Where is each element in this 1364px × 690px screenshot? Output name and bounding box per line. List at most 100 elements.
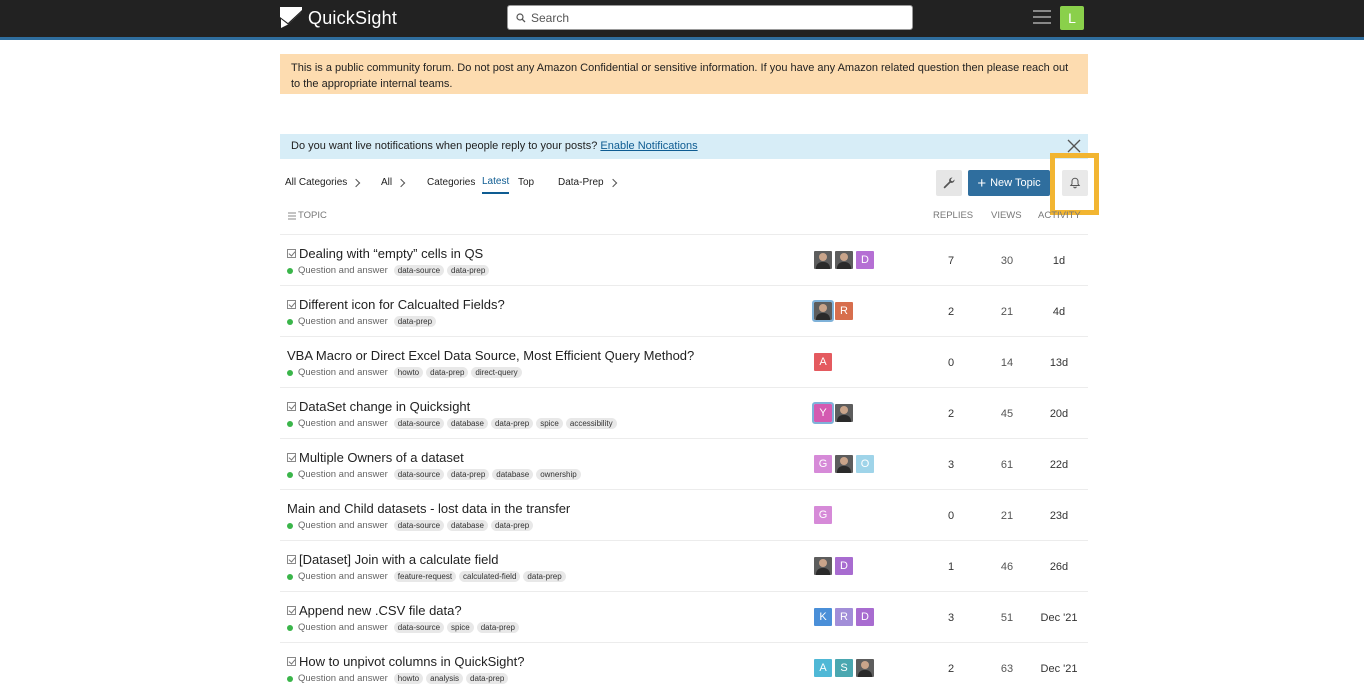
topic-column-header[interactable]: TOPIC	[288, 210, 327, 221]
topic-row[interactable]: How to unpivot columns in QuickSight? Que…	[280, 643, 1088, 690]
tag-badge[interactable]: data-prep	[476, 622, 519, 633]
tag-badge[interactable]: data-source	[393, 418, 445, 429]
tag-badge[interactable]: howto	[393, 367, 424, 378]
activity-time[interactable]: 4d	[1038, 306, 1080, 318]
user-photo-avatar[interactable]	[835, 455, 853, 473]
user-letter-avatar[interactable]: Y	[812, 402, 834, 424]
activity-time[interactable]: Dec '21	[1038, 612, 1080, 624]
tag-badge[interactable]: database	[447, 418, 488, 429]
category-link[interactable]: Question and answer	[298, 520, 388, 531]
topic-title-link[interactable]: VBA Macro or Direct Excel Data Source, M…	[287, 348, 694, 363]
topic-row[interactable]: Different icon for Calcualted Fields? Que…	[280, 286, 1088, 337]
user-letter-avatar[interactable]: D	[856, 608, 874, 626]
quicksight-logo[interactable]: QuickSight	[280, 7, 397, 29]
activity-time[interactable]: 13d	[1038, 357, 1080, 369]
activity-time[interactable]: 22d	[1038, 459, 1080, 471]
enable-notifications-link[interactable]: Enable Notifications	[600, 140, 697, 152]
activity-time[interactable]: 26d	[1038, 561, 1080, 573]
tag-badge[interactable]: data-prep	[426, 367, 469, 378]
tag-badge[interactable]: analysis	[426, 673, 464, 684]
category-link[interactable]: Question and answer	[298, 571, 388, 582]
topic-title-link[interactable]: [Dataset] Join with a calculate field	[299, 552, 498, 567]
category-link[interactable]: Question and answer	[298, 418, 388, 429]
user-photo-avatar[interactable]	[812, 300, 834, 322]
search-input[interactable]	[531, 10, 891, 25]
user-photo-avatar[interactable]	[814, 251, 832, 269]
user-letter-avatar[interactable]: D	[835, 557, 853, 575]
tag-badge[interactable]: database	[447, 520, 488, 531]
topic-title-link[interactable]: DataSet change in Quicksight	[299, 399, 470, 414]
user-letter-avatar[interactable]: R	[835, 302, 853, 320]
topic-title-link[interactable]: Multiple Owners of a dataset	[299, 450, 464, 465]
activity-time[interactable]: 20d	[1038, 408, 1080, 420]
topic-row[interactable]: Main and Child datasets - lost data in t…	[280, 490, 1088, 541]
tag-badge[interactable]: data-source	[393, 520, 445, 531]
topic-title-link[interactable]: Dealing with “empty” cells in QS	[299, 246, 483, 261]
search-box[interactable]	[507, 5, 913, 30]
close-icon[interactable]	[1067, 139, 1081, 153]
user-letter-avatar[interactable]: O	[856, 455, 874, 473]
user-letter-avatar[interactable]: A	[814, 353, 832, 371]
tag-badge[interactable]: data-prep	[523, 571, 566, 582]
tag-badge[interactable]: data-prep	[447, 265, 490, 276]
wrench-icon[interactable]	[936, 170, 962, 196]
tag-badge[interactable]: data-prep	[393, 316, 437, 327]
tag-badge[interactable]: data-prep	[490, 418, 534, 429]
activity-time[interactable]: 1d	[1038, 255, 1080, 267]
user-letter-avatar[interactable]: S	[835, 659, 853, 677]
tag-badge[interactable]: database	[492, 469, 534, 480]
topic-title-link[interactable]: How to unpivot columns in QuickSight?	[299, 654, 524, 669]
user-letter-avatar[interactable]: G	[814, 455, 832, 473]
topic-title-link[interactable]: Main and Child datasets - lost data in t…	[287, 501, 570, 516]
tab-top[interactable]: Top	[518, 177, 534, 188]
user-avatar[interactable]: L	[1060, 6, 1084, 30]
data-prep-tag-dropdown[interactable]: Data-Prep	[558, 177, 617, 188]
topic-row[interactable]: Append new .CSV file data? Question and a…	[280, 592, 1088, 643]
user-letter-avatar[interactable]: D	[856, 251, 874, 269]
user-photo-avatar[interactable]	[835, 251, 853, 269]
user-photo-avatar[interactable]	[835, 404, 853, 422]
tag-badge[interactable]: data-prep	[490, 520, 534, 531]
tag-badge[interactable]: howto	[393, 673, 424, 684]
all-tags-dropdown[interactable]: All	[381, 177, 406, 188]
tab-latest[interactable]: Latest	[482, 176, 510, 194]
tab-categories[interactable]: Categories	[427, 177, 475, 188]
category-link[interactable]: Question and answer	[298, 622, 388, 633]
tag-badge[interactable]: direct-query	[471, 367, 522, 378]
topic-row[interactable]: Multiple Owners of a dataset Question and…	[280, 439, 1088, 490]
tag-badge[interactable]: feature-request	[393, 571, 457, 582]
category-link[interactable]: Question and answer	[298, 367, 388, 378]
user-letter-avatar[interactable]: G	[814, 506, 832, 524]
activity-column-header[interactable]: ACTIVITY	[1038, 210, 1081, 221]
user-photo-avatar[interactable]	[814, 557, 832, 575]
topic-title-link[interactable]: Append new .CSV file data?	[299, 603, 462, 618]
topic-row[interactable]: DataSet change in Quicksight Question and…	[280, 388, 1088, 439]
tag-badge[interactable]: data-prep	[466, 673, 509, 684]
tag-badge[interactable]: spice	[447, 622, 474, 633]
tag-badge[interactable]: spice	[536, 418, 563, 429]
tag-badge[interactable]: calculated-field	[459, 571, 521, 582]
tag-badge[interactable]: ownership	[536, 469, 581, 480]
tag-badge[interactable]: data-prep	[447, 469, 490, 480]
user-letter-avatar[interactable]: A	[814, 659, 832, 677]
category-link[interactable]: Question and answer	[298, 265, 388, 276]
tag-badge[interactable]: data-source	[393, 469, 445, 480]
tag-badge[interactable]: data-source	[393, 265, 445, 276]
new-topic-button[interactable]: + New Topic	[968, 170, 1050, 196]
tag-badge[interactable]: data-source	[393, 622, 445, 633]
category-link[interactable]: Question and answer	[298, 469, 388, 480]
category-link[interactable]: Question and answer	[298, 316, 388, 327]
user-letter-avatar[interactable]: K	[814, 608, 832, 626]
topic-row[interactable]: VBA Macro or Direct Excel Data Source, M…	[280, 337, 1088, 388]
tag-badge[interactable]: accessibility	[565, 418, 617, 429]
topic-row[interactable]: Dealing with “empty” cells in QS Question…	[280, 235, 1088, 286]
category-link[interactable]: Question and answer	[298, 673, 388, 684]
activity-time[interactable]: Dec '21	[1038, 663, 1080, 675]
topic-row[interactable]: [Dataset] Join with a calculate field Que…	[280, 541, 1088, 592]
user-photo-avatar[interactable]	[856, 659, 874, 677]
all-categories-dropdown[interactable]: All Categories	[285, 177, 361, 188]
views-column-header[interactable]: VIEWS	[991, 210, 1022, 221]
hamburger-menu-icon[interactable]	[1033, 10, 1051, 26]
activity-time[interactable]: 23d	[1038, 510, 1080, 522]
replies-column-header[interactable]: REPLIES	[933, 210, 973, 221]
